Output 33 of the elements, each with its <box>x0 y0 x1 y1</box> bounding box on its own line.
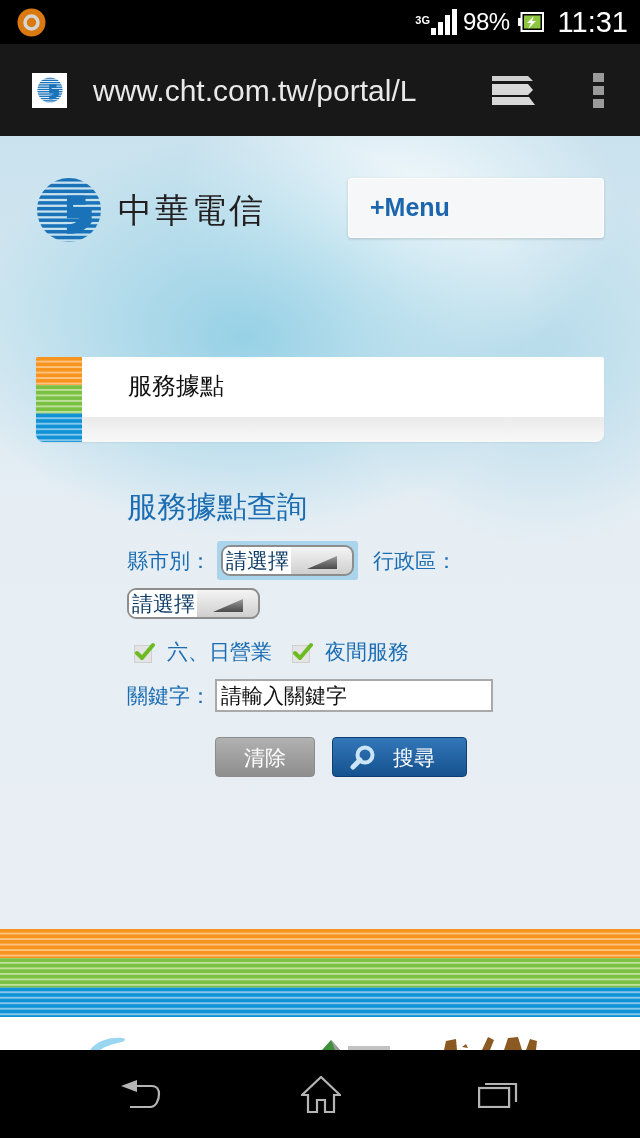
dropdown-arrow-icon <box>212 598 243 612</box>
section-title: 服務據點 <box>127 371 225 401</box>
recent-apps-icon[interactable] <box>478 1080 518 1108</box>
battery-percent: 98% <box>463 10 510 34</box>
overflow-menu-icon[interactable] <box>593 72 604 108</box>
logo-text: 中華電信 <box>118 193 266 227</box>
logo-fragment-icon <box>442 1035 538 1050</box>
county-label: 縣市別： <box>127 547 211 574</box>
search-icon <box>350 744 376 770</box>
form-heading: 服務據點查詢 <box>127 489 308 525</box>
network-type: 3G <box>415 14 431 26</box>
menu-button[interactable]: +Menu <box>348 178 604 238</box>
battery-charging-icon <box>517 12 544 32</box>
district-label: 行政區： <box>373 547 457 574</box>
clock-time: 11:31 <box>557 7 628 37</box>
tabs-icon[interactable] <box>492 75 535 105</box>
checkbox-label[interactable]: 夜間服務 <box>325 638 409 666</box>
search-button[interactable]: 搜尋 <box>332 737 467 777</box>
dropdown-arrow-icon <box>306 555 337 569</box>
signal-icon <box>431 9 458 35</box>
district-select[interactable]: 請選擇 <box>127 588 260 619</box>
checkbox[interactable] <box>134 641 155 663</box>
logo-fragment-icon <box>348 1045 390 1050</box>
home-icon[interactable] <box>301 1075 341 1113</box>
app-notification-icon <box>17 7 46 37</box>
county-select[interactable]: 請選擇 <box>217 541 358 580</box>
checkbox[interactable] <box>292 641 313 663</box>
back-icon[interactable] <box>121 1080 161 1108</box>
keyword-input[interactable]: 請輸入關鍵字 <box>215 679 493 712</box>
keyword-label: 關鍵字： <box>127 682 211 709</box>
checkbox-label[interactable]: 六、日營業 <box>167 638 272 666</box>
favicon-icon <box>32 72 67 108</box>
logo-fragment-icon <box>88 1037 128 1050</box>
